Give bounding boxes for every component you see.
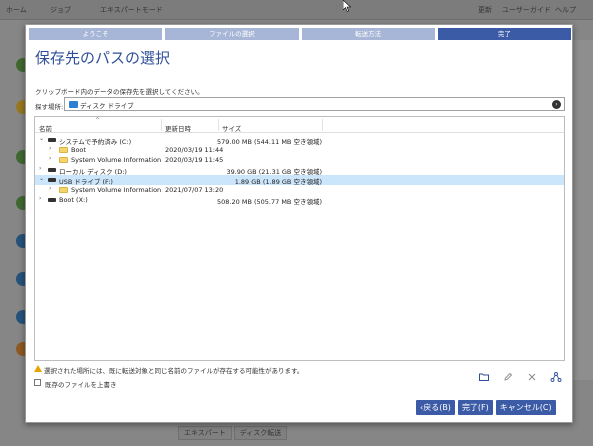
location-dropdown[interactable]: ディスク ドライブ ›	[64, 97, 565, 111]
back-button[interactable]: ‹戻る(B)	[416, 400, 455, 415]
network-icon[interactable]	[550, 371, 562, 383]
mouse-cursor-icon	[343, 0, 351, 12]
tree-row-drive-x[interactable]: › Boot (X:) 508.20 MB (505.77 MB 空き領域)	[35, 195, 564, 206]
chevron-right-icon[interactable]: ›	[49, 185, 51, 192]
tree-row-drive-f[interactable]: ⌄ USB ドライブ (F:) 1.89 GB (1.89 GB 空き領域)	[35, 175, 564, 186]
column-separator[interactable]	[322, 119, 323, 131]
tree-row-date: 2020/03/19 11:44	[165, 146, 224, 154]
tree-row-folder-svi-c[interactable]: › System Volume Information 2020/03/19 1…	[35, 155, 564, 165]
folder-icon	[59, 157, 68, 163]
overwrite-checkbox[interactable]	[34, 379, 41, 386]
column-separator[interactable]	[161, 119, 162, 131]
drive-icon	[48, 168, 56, 172]
chevron-right-icon[interactable]: ›	[552, 100, 561, 109]
chevron-right-icon[interactable]: ›	[49, 145, 51, 152]
location-label: 探す場所:	[35, 103, 64, 111]
dialog-title: 保存先のパスの選択	[35, 49, 171, 67]
save-destination-dialog: ようこそ ファイルの選択 転送方法 完了 保存先のパスの選択 クリップボード内の…	[25, 24, 573, 423]
warning-message: 選択された場所には、既に転送対象と同じ名前のファイルが存在する可能性があります。	[44, 367, 304, 375]
dialog-description: クリップボード内のデータの保存先を選択してください。	[35, 88, 204, 96]
step-select-files: ファイルの選択	[165, 28, 299, 40]
tree-row-label: Boot (X:)	[59, 196, 88, 204]
wizard-steps: ようこそ ファイルの選択 転送方法 完了	[29, 28, 571, 40]
dialog-buttons: ‹戻る(B) 完了(F) キャンセル(C)	[416, 400, 556, 415]
tree-row-label: System Volume Information	[71, 156, 162, 164]
folder-icon	[59, 147, 68, 153]
sort-ascending-icon: ^	[95, 117, 101, 124]
chevron-right-icon[interactable]: ›	[49, 155, 51, 162]
step-finish: 完了	[437, 28, 571, 40]
drive-icon	[48, 198, 56, 202]
tree-toolbar	[478, 371, 566, 383]
tree-row-drive-c[interactable]: ⌄ システムで予約済み (C:) 579.00 MB (544.11 MB 空き…	[35, 135, 564, 146]
chevron-right-icon[interactable]: ›	[39, 195, 41, 202]
location-value: ディスク ドライブ	[80, 102, 134, 110]
column-size[interactable]: サイズ	[222, 123, 241, 133]
tree-row-drive-d[interactable]: › ローカル ディスク (D:) 39.90 GB (21.31 GB 空き領域…	[35, 165, 564, 176]
tree-row-label: System Volume Information	[71, 186, 162, 194]
folder-tree[interactable]: ^ 名前 更新日時 サイズ ⌄ システムで予約済み (C:) 579.00 MB…	[34, 116, 565, 361]
tree-row-date: 2020/03/19 11:45	[165, 156, 224, 164]
step-transfer-method: 転送方法	[301, 28, 435, 40]
tree-row-folder-svi-f[interactable]: › System Volume Information 2021/07/07 1…	[35, 185, 564, 195]
cancel-button[interactable]: キャンセル(C)	[495, 400, 556, 415]
delete-icon[interactable]	[526, 371, 538, 383]
finish-button[interactable]: 完了(F)	[457, 400, 493, 415]
column-name[interactable]: 名前	[39, 123, 52, 133]
drive-icon	[48, 178, 56, 182]
overwrite-label: 既存のファイルを上書き	[45, 381, 117, 389]
chevron-right-icon[interactable]: ›	[39, 165, 41, 172]
folder-icon	[59, 187, 68, 193]
warning-icon	[34, 365, 42, 372]
tree-row-label: Boot	[71, 146, 86, 154]
column-separator[interactable]	[218, 119, 219, 131]
step-welcome: ようこそ	[29, 28, 163, 40]
monitor-icon	[69, 101, 78, 108]
drive-icon	[48, 138, 56, 142]
rename-icon[interactable]	[502, 371, 514, 383]
chevron-down-icon[interactable]: ⌄	[39, 175, 44, 182]
tree-row-folder-boot[interactable]: › Boot 2020/03/19 11:44	[35, 145, 564, 155]
new-folder-icon[interactable]	[478, 371, 490, 383]
tree-row-size: 508.20 MB (505.77 MB 空き領域)	[217, 198, 322, 206]
chevron-down-icon[interactable]: ⌄	[39, 135, 44, 142]
column-date[interactable]: 更新日時	[165, 123, 191, 133]
tree-row-date: 2021/07/07 13:20	[165, 186, 224, 194]
tree-header: ^ 名前 更新日時 サイズ	[35, 117, 564, 133]
